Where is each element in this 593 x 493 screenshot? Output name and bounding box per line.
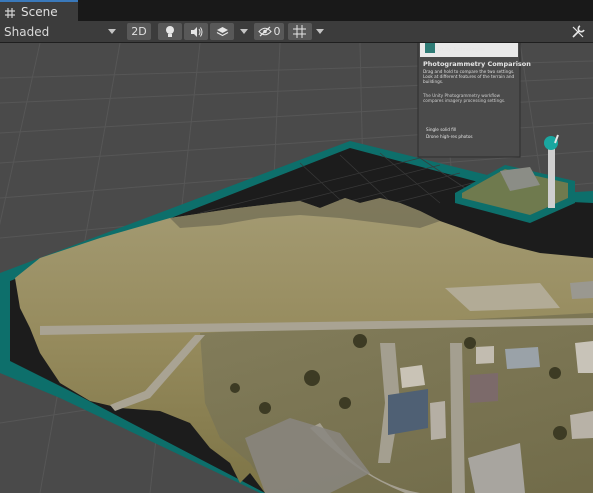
hidden-objects-count: 0 (273, 25, 281, 38)
hidden-eye-icon (257, 26, 272, 37)
grid-snap-dropdown-button[interactable] (313, 23, 327, 40)
grid-axis-icon (293, 25, 306, 38)
lighting-toggle-button[interactable] (158, 23, 182, 40)
info-panel: Unity Technologies Photogrammetry Compar… (417, 43, 531, 158)
tools-button[interactable] (567, 23, 589, 40)
tab-scene[interactable]: Scene (0, 0, 78, 21)
effects-toggle-button[interactable] (210, 23, 234, 40)
unity-logo-icon (425, 43, 435, 53)
panel-notes: The Unity Photogrammetry workflow compar… (423, 93, 506, 104)
audio-toggle-button[interactable] (184, 23, 208, 40)
toggle-2d-label: 2D (131, 25, 147, 38)
toggle-2d-button[interactable]: 2D (127, 23, 151, 40)
shading-mode-label: Shaded (4, 24, 50, 39)
lightbulb-icon (166, 26, 174, 37)
scene-render: Unity Technologies Photogrammetry Compar… (0, 43, 593, 493)
panel-body: Drag and hold to compare the two setting… (423, 69, 515, 85)
scene-viewport[interactable]: Unity Technologies Photogrammetry Compar… (0, 43, 593, 493)
chevron-down-icon (240, 29, 248, 34)
panel-title: Photogrammetry Comparison (423, 60, 531, 68)
scene-toolbar: Shaded 2D 0 (0, 21, 593, 43)
grid-icon (5, 7, 15, 18)
grid-snap-button[interactable] (288, 23, 312, 40)
tab-scene-label: Scene (21, 4, 58, 19)
speaker-icon (190, 26, 202, 37)
chevron-down-icon (316, 29, 324, 34)
panel-bullet-2: Drone high-res photos (426, 134, 473, 139)
effects-dropdown-button[interactable] (236, 23, 252, 40)
scene-visibility-button[interactable]: 0 (254, 23, 284, 40)
shading-mode-dropdown[interactable]: Shaded (0, 21, 121, 42)
tab-bar: Scene (0, 0, 593, 22)
chevron-down-icon (108, 29, 116, 34)
wrench-icon (572, 24, 585, 38)
panel-bullet-1: Single solid fill (426, 127, 456, 132)
layers-icon (216, 26, 228, 36)
panel-logo-text: Unity Technologies (438, 47, 485, 53)
